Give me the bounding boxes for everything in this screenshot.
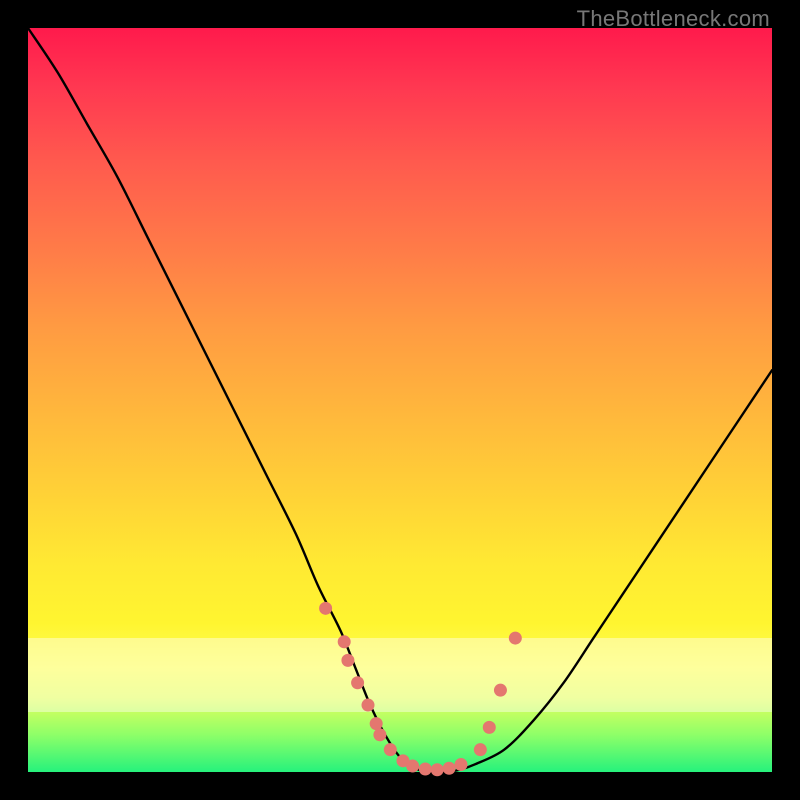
sample-dot xyxy=(362,699,375,712)
sample-dot xyxy=(455,758,468,771)
sample-dot xyxy=(406,760,419,773)
sample-dot xyxy=(483,721,496,734)
sample-dot xyxy=(384,743,397,756)
sample-dot xyxy=(431,763,444,776)
sample-dots xyxy=(319,602,522,776)
sample-dot xyxy=(494,684,507,697)
sample-dot xyxy=(509,632,522,645)
sample-dot xyxy=(419,763,432,776)
sample-dot xyxy=(474,743,487,756)
sample-dot xyxy=(338,635,351,648)
sample-dot xyxy=(443,762,456,775)
plot-area xyxy=(28,28,772,772)
sample-dot xyxy=(370,717,383,730)
sample-dot xyxy=(319,602,332,615)
sample-dot xyxy=(341,654,354,667)
curve-svg xyxy=(28,28,772,772)
bottleneck-curve xyxy=(28,28,772,772)
chart-frame: TheBottleneck.com xyxy=(0,0,800,800)
sample-dot xyxy=(351,676,364,689)
sample-dot xyxy=(373,728,386,741)
